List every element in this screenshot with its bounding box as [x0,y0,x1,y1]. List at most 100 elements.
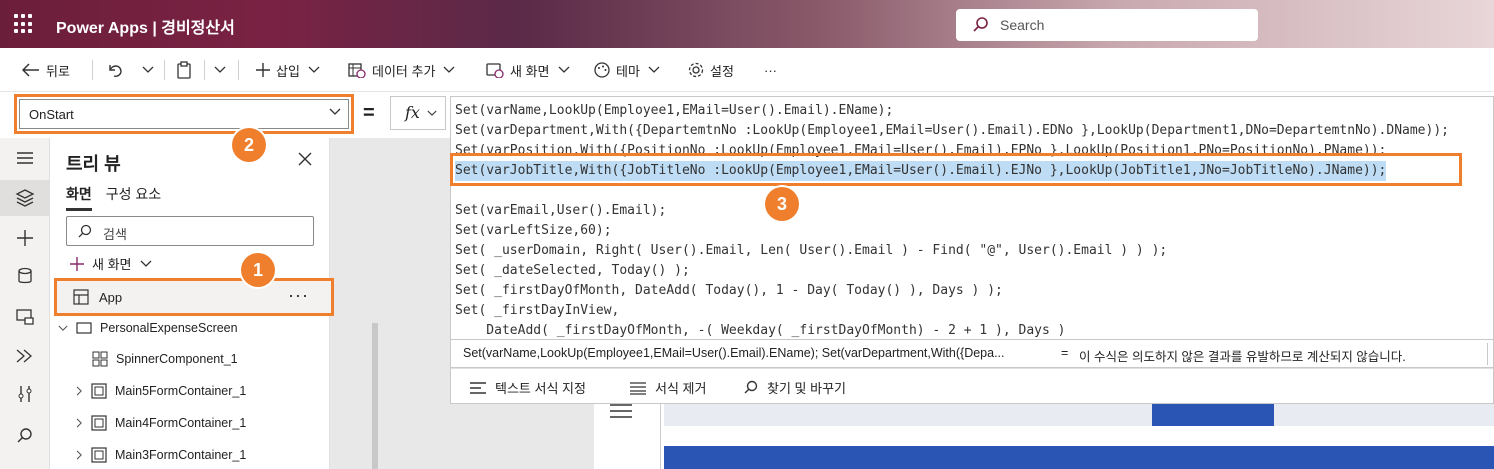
chevron-right-icon [76,418,82,428]
tree-tabs: 화면 구성 요소 [66,184,161,211]
power-automate-icon[interactable] [15,346,35,366]
undo-dropdown[interactable] [142,60,160,80]
component-icon [92,351,108,367]
palette-icon [594,62,610,78]
code-line: Set( _userDomain, Right( User().Email, L… [455,243,1168,258]
fx-label: fx [405,103,420,122]
insert-button[interactable]: 삽입 [256,60,326,80]
search-icon [78,224,92,238]
back-button[interactable]: 뒤로 [22,60,70,80]
tree-view-panel: 트리 뷰 화면 구성 요소 검색 새 화면 App ··· PersonalEx… [50,138,378,469]
chevron-down-icon [648,66,660,73]
insert-label: 삽입 [276,63,300,79]
app-title: Power Apps | 경비정산서 [56,20,235,37]
database-add-icon [348,63,366,78]
search-icon [744,380,758,393]
formula-result-bar: Set(varName,LookUp(Employee1,EMail=User(… [450,340,1494,368]
add-data-button[interactable]: 데이터 추가 [348,60,461,80]
tree-node-label: PersonalExpenseScreen [100,321,238,335]
more-options-icon[interactable]: ··· [288,285,309,306]
tree-node-screen[interactable]: PersonalExpenseScreen [58,318,238,338]
app-header: Power Apps | 경비정산서 Search [0,0,1494,48]
chevron-down-icon [329,108,341,115]
remove-format-button[interactable]: 서식 제거 [629,378,706,397]
formula-editor[interactable]: Set(varName,LookUp(Employee1,EMail=User(… [450,96,1494,340]
tab-screens[interactable]: 화면 [66,184,92,211]
divider [204,60,205,80]
media-icon[interactable] [15,306,35,326]
menu-icon [610,404,632,418]
new-screen-button[interactable]: 새 화면 [486,60,576,80]
container-icon [91,447,107,463]
search-placeholder: Search [1000,17,1045,33]
settings-button[interactable]: 설정 [688,60,734,80]
app-icon [73,289,89,305]
result-expression: Set(varName,LookUp(Employee1,EMail=User(… [463,346,1005,360]
format-text-icon [470,381,486,394]
tree-node-container[interactable]: Main3FormContainer_1 [76,445,246,465]
plus-icon [70,256,84,271]
new-screen-icon [486,63,504,78]
plus-icon[interactable] [15,228,35,248]
format-text-label: 텍스트 서식 지정 [495,381,586,396]
format-bar: 텍스트 서식 지정 서식 제거 찾기 및 바꾸기 [450,368,1494,404]
tree-new-screen-label: 새 화면 [92,257,132,272]
tree-node-container[interactable]: Main4FormContainer_1 [76,413,246,433]
tree-node-label: SpinnerComponent_1 [116,352,238,366]
tools-icon[interactable] [15,384,35,404]
back-label: 뒤로 [46,63,70,79]
divider [1487,343,1488,365]
app-launcher-icon[interactable] [14,14,34,34]
chevron-down-icon [558,66,569,73]
chevron-down-icon [427,110,437,116]
database-icon[interactable] [15,266,35,286]
code-line: Set( _firstDayInView, [455,303,620,318]
function-button[interactable]: fx [390,96,446,130]
property-dropdown[interactable]: OnStart [14,94,354,134]
tree-view-title: 트리 뷰 [66,154,121,174]
property-value: OnStart [29,107,74,122]
close-icon[interactable] [298,152,312,166]
tree-search-input[interactable]: 검색 [66,216,314,246]
chevron-right-icon [76,450,82,460]
annotation-badge-2: 2 [232,128,266,162]
tree-search-placeholder: 검색 [103,227,127,242]
paste-dropdown[interactable] [214,60,232,80]
find-replace-label: 찾기 및 바꾸기 [767,381,846,396]
divider [164,60,165,80]
list-icon [630,381,646,395]
search-icon[interactable] [15,426,35,446]
chevron-down-icon [142,66,154,73]
more-commands-button[interactable]: ··· [764,60,777,80]
theme-button[interactable]: 테마 [594,60,666,80]
layers-icon[interactable] [15,188,35,208]
plus-icon [256,63,270,77]
remove-format-label: 서식 제거 [655,381,707,396]
code-line: Set(varLeftSize,60); [455,223,612,238]
annotation-badge-1: 1 [241,253,275,287]
tree-node-container[interactable]: Main5FormContainer_1 [76,381,246,401]
paste-button[interactable] [176,60,198,80]
find-replace-button[interactable]: 찾기 및 바꾸기 [743,378,846,397]
tree-node-app[interactable]: App ··· [54,278,334,316]
container-icon [91,415,107,431]
tree-node-label: Main3FormContainer_1 [115,448,247,462]
result-equals: = [1061,346,1069,360]
new-screen-label: 새 화면 [510,63,550,79]
left-rail [0,138,50,469]
tree-scrollbar[interactable] [372,323,378,469]
undo-button[interactable] [106,60,130,80]
screen-icon [76,322,92,334]
clipboard-icon [177,61,191,79]
chevron-down-icon [58,325,68,331]
tree-node-component[interactable]: SpinnerComponent_1 [92,349,238,369]
hamburger-icon[interactable] [15,148,35,168]
format-text-button[interactable]: 텍스트 서식 지정 [469,378,586,397]
divider [92,60,93,80]
global-search-input[interactable]: Search [956,9,1258,41]
tree-new-screen-button[interactable]: 새 화면 [70,254,152,273]
code-line: Set(varDepartment,With({DepartemtnNo :Lo… [455,123,1449,138]
tab-components[interactable]: 구성 요소 [106,184,161,211]
highlight-annotation-box [450,153,1462,186]
chevron-down-icon [140,260,151,267]
